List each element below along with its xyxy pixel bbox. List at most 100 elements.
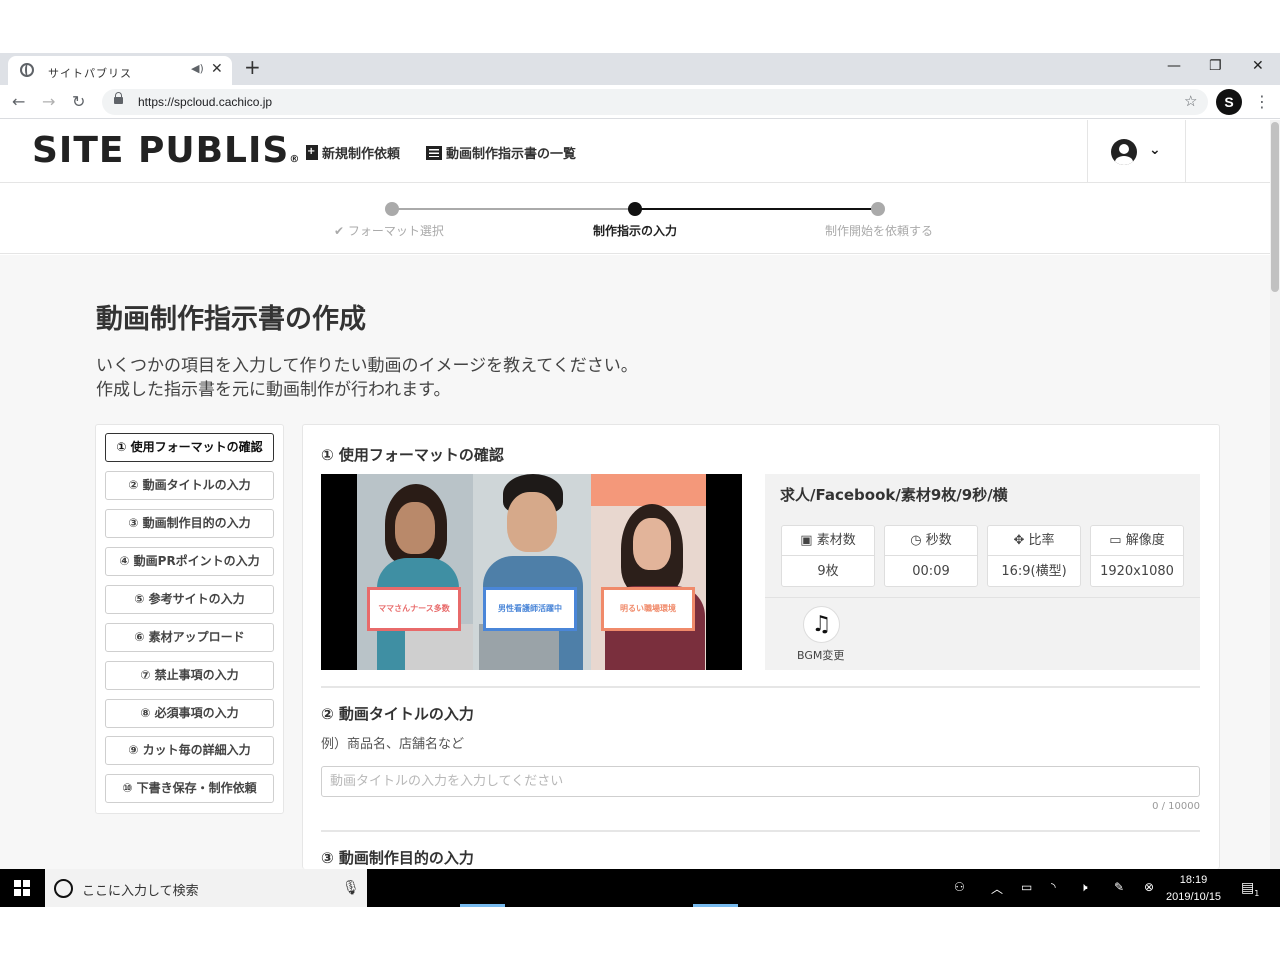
stepper-line-current (635, 208, 878, 210)
stat-value: 16:9(横型) (1001, 564, 1067, 579)
character-counter: 0 / 10000 (1152, 801, 1200, 812)
music-note-icon[interactable]: ♫ (803, 606, 840, 643)
microphone-icon[interactable]: 🎙︎ (342, 880, 360, 896)
forward-arrow-icon[interactable]: → (42, 92, 55, 111)
reload-icon[interactable]: ↻ (72, 92, 85, 111)
face-shape (507, 492, 557, 552)
progress-stepper (0, 184, 1270, 254)
step-dot-input (628, 202, 642, 216)
scrollbar-thumb[interactable] (1271, 122, 1279, 292)
list-icon (426, 145, 442, 160)
stepper-line-done (392, 208, 635, 210)
stat-label: 比率 (1028, 533, 1055, 548)
close-circle-icon[interactable]: ⊗ (1144, 880, 1154, 894)
sidenav-item-requirements[interactable]: ⑧ 必須事項の入力 (105, 699, 274, 728)
face-shape (395, 502, 435, 554)
video-label: ママさんナース多数 (367, 587, 461, 631)
notification-icon[interactable]: ▤1 (1241, 880, 1259, 898)
clock-date: 2019/10/15 (1166, 891, 1222, 903)
video-title-input[interactable] (321, 766, 1200, 797)
globe-icon (20, 63, 34, 77)
new-document-icon (306, 145, 318, 160)
chevron-down-icon: ⌄ (1149, 142, 1161, 158)
stat-header: ▣ 素材数 (782, 526, 874, 556)
stat-ratio: ✥ 比率 16:9(横型) (987, 525, 1081, 587)
sidenav-item-prohibitions[interactable]: ⑦ 禁止事項の入力 (105, 661, 274, 690)
section-video-title-heading: ② 動画タイトルの入力 (321, 705, 474, 723)
page-description: いくつかの項目を入力して作りたい動画のイメージを教えてください。 作成した指示書… (96, 354, 638, 402)
video-label: 男性看護師活躍中 (483, 587, 577, 631)
windows-start-icon[interactable] (14, 880, 30, 896)
bottom-margin (0, 907, 1280, 960)
nav-instruction-list-label: 動画制作指示書の一覧 (446, 147, 577, 162)
bookmark-star-icon[interactable]: ☆ (1184, 92, 1197, 110)
stat-value: 9枚 (817, 564, 839, 579)
minimize-button[interactable]: — (1167, 58, 1181, 74)
user-menu[interactable]: ⌄ (1087, 120, 1186, 183)
face-shape (633, 518, 671, 570)
format-preview-video[interactable]: ママさんナース多数 男性看護師活躍中 明るい職場環境 (321, 474, 742, 670)
back-arrow-icon[interactable]: ← (12, 92, 25, 111)
section-purpose-heading: ③ 動画制作目的の入力 (321, 849, 474, 867)
profile-avatar[interactable]: S (1216, 89, 1242, 115)
lock-icon (114, 92, 123, 104)
video-title-example: 例）商品名、店舗名など (321, 737, 465, 752)
video-panel-nurse-man (473, 474, 591, 670)
section-divider (321, 830, 1200, 832)
wifi-icon[interactable]: ◝ (1051, 880, 1056, 894)
taskbar-clock[interactable]: 18:19 2019/10/15 (1166, 872, 1221, 906)
pen-icon[interactable]: ✎ (1114, 880, 1124, 894)
sidenav-item-title[interactable]: ② 動画タイトルの入力 (105, 471, 274, 500)
site-logo[interactable]: SITE PUBLIS® (32, 130, 300, 171)
video-label: 明るい職場環境 (601, 587, 695, 631)
step-format-label: フォーマット選択 (347, 224, 444, 238)
sidenav-item-material-upload[interactable]: ⑥ 素材アップロード (105, 623, 274, 652)
stat-resolution: ▭ 解像度 1920x1080 (1090, 525, 1184, 587)
image-icon: ▣ (800, 533, 813, 548)
speaker-icon[interactable]: ◀︎) (191, 62, 204, 75)
stat-value: 1920x1080 (1100, 564, 1174, 579)
new-tab-button[interactable]: + (244, 57, 261, 77)
nav-instruction-list[interactable]: 動画制作指示書の一覧 (426, 143, 576, 162)
sidenav-item-save-request[interactable]: ⑩ 下書き保存・制作依頼 (105, 774, 274, 803)
stat-header: ◷ 秒数 (885, 526, 977, 556)
sidenav-item-purpose[interactable]: ③ 動画制作目的の入力 (105, 509, 274, 538)
cortana-icon (54, 879, 73, 898)
sidenav-item-reference-sites[interactable]: ⑤ 参考サイトの入力 (105, 585, 274, 614)
step-dot-request (871, 202, 885, 216)
bgm-change-button[interactable]: BGM変更 (797, 647, 844, 663)
tab-close-icon[interactable]: ✕ (211, 61, 223, 77)
stat-materials: ▣ 素材数 9枚 (781, 525, 875, 587)
stat-value: 00:09 (912, 564, 950, 579)
logo-registered-mark: ® (289, 154, 301, 165)
step-start-request: 制作開始を依頼する (825, 224, 934, 238)
stat-header: ✥ 比率 (988, 526, 1080, 556)
page-description-line: 作成した指示書を元に動画制作が行われます。 (96, 380, 451, 400)
logo-text: SITE PUBLIS (32, 130, 290, 171)
notification-count: 1 (1254, 888, 1260, 898)
stat-label: 解像度 (1125, 533, 1165, 548)
volume-mute-icon[interactable]: 🕨 (1080, 880, 1088, 895)
step-format-select[interactable]: ✔ フォーマット選択 (334, 222, 444, 239)
user-circle-icon (1111, 139, 1137, 165)
nav-new-request[interactable]: 新規制作依頼 (306, 143, 400, 162)
window-close-button[interactable]: ✕ (1252, 58, 1264, 74)
taskbar-search-placeholder[interactable]: ここに入力して検索 (82, 880, 199, 899)
expand-icon: ✥ (1013, 533, 1025, 548)
checkmark-icon: ✔ (334, 224, 345, 238)
section-divider (321, 686, 1200, 688)
sidenav-item-format-check[interactable]: ① 使用フォーマットの確認 (105, 433, 274, 462)
page-title: 動画制作指示書の作成 (96, 304, 366, 335)
people-icon[interactable]: ⚇ (954, 880, 965, 894)
step-dot-format (385, 202, 399, 216)
battery-icon[interactable]: ▭ (1021, 880, 1032, 894)
sidenav-item-pr-points[interactable]: ④ 動画PRポイントの入力 (105, 547, 274, 576)
restore-button[interactable]: ❐ (1209, 58, 1222, 74)
stat-seconds: ◷ 秒数 00:09 (884, 525, 978, 587)
url-text[interactable]: https://spcloud.cachico.jp (138, 95, 272, 109)
browser-menu-icon[interactable]: ⋮ (1254, 92, 1270, 111)
chevron-up-icon[interactable]: ︿ (991, 880, 1003, 897)
browser-tab[interactable]: サイトパブリス ◀︎) ✕ (8, 56, 232, 85)
sidenav-item-cut-details[interactable]: ⑨ カット毎の詳細入力 (105, 736, 274, 765)
clock-icon: ◷ (910, 533, 922, 548)
